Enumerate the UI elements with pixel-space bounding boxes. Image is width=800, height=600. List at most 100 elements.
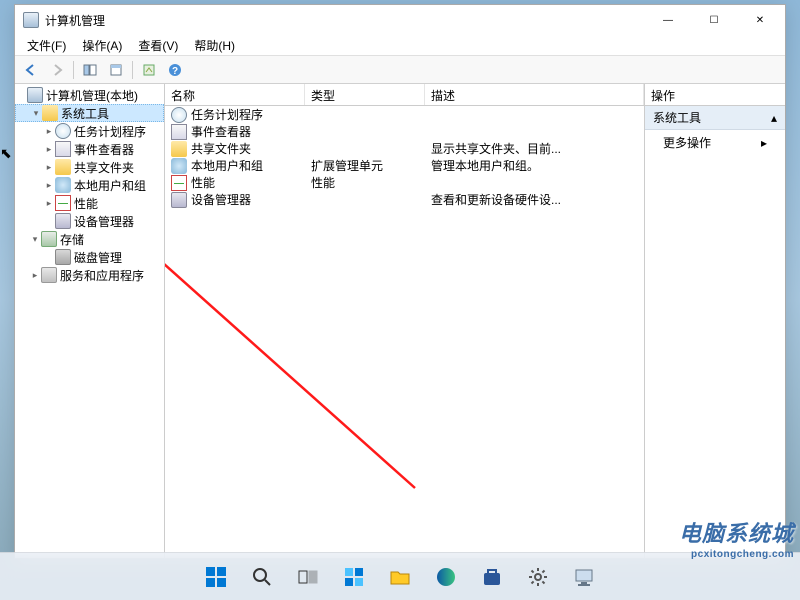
column-type[interactable]: 类型 bbox=[305, 84, 425, 105]
list-body[interactable]: 任务计划程序 事件查看器 共享文件夹 显示共享文件夹、目前... 本地用户和组 … bbox=[165, 106, 644, 558]
expander-icon[interactable]: ▸ bbox=[43, 126, 55, 137]
wrench-icon bbox=[42, 105, 58, 121]
tree-label: 共享文件夹 bbox=[74, 159, 134, 176]
tree-label: 事件查看器 bbox=[74, 141, 134, 158]
expander-icon[interactable]: ▾ bbox=[30, 108, 42, 119]
chevron-up-icon: ▴ bbox=[771, 111, 777, 125]
expander-icon[interactable]: ▸ bbox=[43, 180, 55, 191]
action-link-label: 更多操作 bbox=[663, 134, 711, 151]
navigation-tree[interactable]: 计算机管理(本地) ▾ 系统工具 ▸ 任务计划程序 ▸ 事件查看器 ▸ 共享文件… bbox=[15, 84, 165, 558]
cell-desc: 管理本地用户和组。 bbox=[425, 157, 644, 174]
tree-shared-folders[interactable]: ▸ 共享文件夹 bbox=[15, 158, 164, 176]
settings-button[interactable] bbox=[518, 557, 558, 597]
content-area: 计算机管理(本地) ▾ 系统工具 ▸ 任务计划程序 ▸ 事件查看器 ▸ 共享文件… bbox=[15, 84, 785, 558]
tree-label: 服务和应用程序 bbox=[60, 267, 144, 284]
help-button[interactable]: ? bbox=[163, 59, 187, 81]
close-button[interactable]: ✕ bbox=[737, 5, 783, 35]
tree-label: 本地用户和组 bbox=[74, 177, 146, 194]
clock-icon bbox=[171, 107, 187, 123]
back-button[interactable] bbox=[19, 59, 43, 81]
tree-label: 存储 bbox=[60, 231, 84, 248]
cell-desc: 查看和更新设备硬件设... bbox=[425, 191, 644, 208]
cell-name: 任务计划程序 bbox=[191, 106, 263, 123]
menu-file[interactable]: 文件(F) bbox=[19, 35, 74, 56]
titlebar[interactable]: 计算机管理 — ☐ ✕ bbox=[15, 5, 785, 35]
watermark: 电脑系统城 bbox=[679, 516, 794, 548]
column-desc[interactable]: 描述 bbox=[425, 84, 644, 105]
list-item[interactable]: 共享文件夹 显示共享文件夹、目前... bbox=[165, 140, 644, 157]
expander-icon[interactable]: ▸ bbox=[43, 162, 55, 173]
tree-performance[interactable]: ▸ 性能 bbox=[15, 194, 164, 212]
cell-type: 性能 bbox=[305, 174, 425, 191]
show-hide-tree-button[interactable] bbox=[78, 59, 102, 81]
explorer-button[interactable] bbox=[380, 557, 420, 597]
menu-view[interactable]: 查看(V) bbox=[130, 35, 186, 56]
cell-name: 共享文件夹 bbox=[191, 140, 251, 157]
maximize-button[interactable]: ☐ bbox=[691, 5, 737, 35]
computer-management-taskbar-button[interactable] bbox=[564, 557, 604, 597]
cell-type: 扩展管理单元 bbox=[305, 157, 425, 174]
services-icon bbox=[41, 267, 57, 283]
task-view-button[interactable] bbox=[288, 557, 328, 597]
menubar: 文件(F) 操作(A) 查看(V) 帮助(H) bbox=[15, 35, 785, 56]
menu-help[interactable]: 帮助(H) bbox=[186, 35, 243, 56]
cell-name: 设备管理器 bbox=[191, 191, 251, 208]
list-item[interactable]: 设备管理器 查看和更新设备硬件设... bbox=[165, 191, 644, 208]
widgets-button[interactable] bbox=[334, 557, 374, 597]
tree-services-apps[interactable]: ▸ 服务和应用程序 bbox=[15, 266, 164, 284]
actions-section-label: 系统工具 bbox=[653, 109, 701, 126]
computer-management-window: 计算机管理 — ☐ ✕ 文件(F) 操作(A) 查看(V) 帮助(H) ? 计算… bbox=[14, 4, 786, 559]
list-item[interactable]: 事件查看器 bbox=[165, 123, 644, 140]
list-item[interactable]: 本地用户和组 扩展管理单元 管理本地用户和组。 bbox=[165, 157, 644, 174]
forward-button[interactable] bbox=[45, 59, 69, 81]
tree-task-scheduler[interactable]: ▸ 任务计划程序 bbox=[15, 122, 164, 140]
refresh-button[interactable] bbox=[137, 59, 161, 81]
store-button[interactable] bbox=[472, 557, 512, 597]
desktop-cursor: ⬉ bbox=[0, 145, 12, 162]
taskbar[interactable] bbox=[0, 552, 800, 600]
search-button[interactable] bbox=[242, 557, 282, 597]
expander-icon[interactable]: ▸ bbox=[43, 144, 55, 155]
list-item[interactable]: 任务计划程序 bbox=[165, 106, 644, 123]
start-button[interactable] bbox=[196, 557, 236, 597]
list-item[interactable]: 性能 性能 bbox=[165, 174, 644, 191]
toolbar: ? bbox=[15, 56, 785, 84]
disk-icon bbox=[55, 249, 71, 265]
tree-label: 任务计划程序 bbox=[74, 123, 146, 140]
window-title: 计算机管理 bbox=[45, 12, 645, 29]
performance-icon bbox=[171, 175, 187, 191]
expander-icon[interactable]: ▸ bbox=[43, 198, 55, 209]
edge-button[interactable] bbox=[426, 557, 466, 597]
cell-name: 性能 bbox=[191, 174, 215, 191]
list-pane: 名称 类型 描述 任务计划程序 事件查看器 共享文件夹 显示 bbox=[165, 84, 645, 558]
storage-icon bbox=[41, 231, 57, 247]
app-icon bbox=[23, 12, 39, 28]
properties-button[interactable] bbox=[104, 59, 128, 81]
toolbar-separator bbox=[73, 61, 74, 79]
tree-label: 磁盘管理 bbox=[74, 249, 122, 266]
expander-icon[interactable]: ▾ bbox=[29, 234, 41, 245]
actions-section-system-tools[interactable]: 系统工具 ▴ bbox=[645, 106, 785, 130]
tree-label: 计算机管理(本地) bbox=[46, 87, 138, 104]
expander-icon[interactable]: ▸ bbox=[29, 270, 41, 281]
shared-folder-icon bbox=[171, 141, 187, 157]
tree-label: 系统工具 bbox=[61, 105, 109, 122]
tree-label: 性能 bbox=[74, 195, 98, 212]
action-more[interactable]: 更多操作 ▸ bbox=[645, 130, 785, 155]
menu-action[interactable]: 操作(A) bbox=[74, 35, 130, 56]
column-headers: 名称 类型 描述 bbox=[165, 84, 644, 106]
minimize-button[interactable]: — bbox=[645, 5, 691, 35]
tree-root[interactable]: 计算机管理(本地) bbox=[15, 86, 164, 104]
tree-disk-management[interactable]: 磁盘管理 bbox=[15, 248, 164, 266]
tree-device-manager[interactable]: 设备管理器 bbox=[15, 212, 164, 230]
computer-icon bbox=[27, 87, 43, 103]
tree-event-viewer[interactable]: ▸ 事件查看器 bbox=[15, 140, 164, 158]
tree-storage[interactable]: ▾ 存储 bbox=[15, 230, 164, 248]
actions-pane: 操作 系统工具 ▴ 更多操作 ▸ bbox=[645, 84, 785, 558]
users-icon bbox=[55, 177, 71, 193]
tree-system-tools[interactable]: ▾ 系统工具 bbox=[15, 104, 164, 122]
window-controls: — ☐ ✕ bbox=[645, 5, 783, 35]
tree-local-users[interactable]: ▸ 本地用户和组 bbox=[15, 176, 164, 194]
cell-name: 本地用户和组 bbox=[191, 157, 263, 174]
column-name[interactable]: 名称 bbox=[165, 84, 305, 105]
